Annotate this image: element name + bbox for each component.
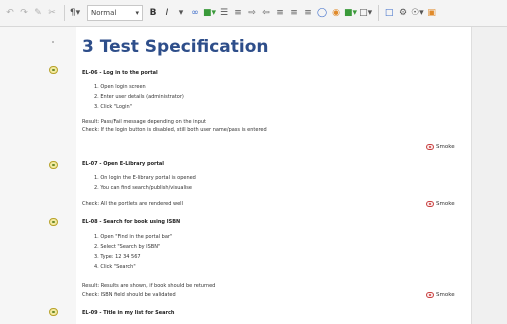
test-check: Check: ISBN field should be validated [82, 292, 176, 298]
test-check: Check: All the portlets are rendered wel… [82, 201, 183, 207]
test-case-icon[interactable] [49, 66, 58, 74]
test-step: 1. Open login screen [94, 84, 146, 90]
image-icon[interactable]: ■▾ [203, 4, 216, 22]
align-right-icon[interactable]: ≡ [302, 4, 314, 22]
left-gutter [0, 27, 76, 324]
indent-icon[interactable]: ⇨ [246, 4, 258, 22]
settings-icon[interactable]: ⚙ [397, 4, 409, 22]
align-left-icon[interactable]: ≡ [274, 4, 286, 22]
test-step: 2. Enter user details (administrator) [94, 94, 184, 100]
test-case-icon[interactable] [49, 308, 58, 316]
test-step: 3. Type: 12 34 567 [94, 254, 141, 260]
test-case-title: EL-06 - Log in to the portal [82, 70, 158, 76]
tag-icon[interactable]: ◯ [316, 4, 328, 22]
test-check: Check: If the login button is disabled, … [82, 127, 267, 133]
style-select-value: Normal [91, 9, 117, 17]
smoke-tag-label: Smoke [436, 201, 455, 207]
outdent-icon[interactable]: ⇦ [260, 4, 272, 22]
test-step: 1. On login the E-library portal is open… [94, 175, 196, 181]
test-step: 4. Click "Search" [94, 264, 136, 270]
color-icon[interactable]: ◉ [330, 4, 342, 22]
italic-icon[interactable]: I [161, 4, 173, 22]
format-paint-icon[interactable]: ✎ [32, 4, 44, 22]
toolbar-separator [64, 5, 65, 21]
style-select[interactable]: Normal ▾ [87, 5, 143, 21]
table-icon[interactable]: □▾ [359, 4, 372, 22]
test-case-title: EL-07 - Open E-Library portal [82, 161, 164, 167]
test-step: 1. Open "Find in the portal bar" [94, 234, 173, 240]
bold-icon[interactable]: B [147, 4, 159, 22]
list-numbered-icon[interactable]: ☰ [218, 4, 230, 22]
smoke-tag-label: Smoke [436, 144, 455, 150]
test-case-title: EL-08 - Search for book using ISBN [82, 219, 181, 225]
test-case-icon[interactable] [49, 161, 58, 169]
test-case-icon[interactable] [49, 218, 58, 226]
expand-icon[interactable]: ▣ [426, 4, 438, 22]
redo-icon[interactable]: ↷ [18, 4, 30, 22]
window-icon[interactable]: □ [383, 4, 395, 22]
smoke-tag-label: Smoke [436, 292, 455, 298]
web-icon[interactable]: ☉▾ [411, 4, 424, 22]
align-center-icon[interactable]: ≡ [288, 4, 300, 22]
chevron-down-icon: ▾ [135, 9, 139, 17]
tag-icon [426, 201, 434, 207]
test-step: 2. You can find search/publish/visualise [94, 185, 192, 191]
tag-icon [426, 292, 434, 298]
undo-icon[interactable]: ↶ [4, 4, 16, 22]
gutter-marker [52, 41, 54, 43]
insert-icon[interactable]: ■▾ [344, 4, 357, 22]
tag-icon [426, 144, 434, 150]
toolbar-separator [378, 5, 380, 21]
editor-toolbar: ↶ ↷ ✎ ✂ ¶▾ Normal ▾ B I ▾ ∞ ■▾ ☰ ≡ ⇨ ⇦ ≡… [0, 0, 507, 27]
document-editor[interactable]: 3 Test Specification EL-06 - Log in to t… [76, 27, 471, 324]
smoke-tag[interactable]: Smoke [426, 201, 455, 207]
test-result: Result: Results are shown, if book shoul… [82, 283, 216, 289]
chevron-down-icon[interactable]: ▾ [175, 4, 187, 22]
cut-icon[interactable]: ✂ [46, 4, 58, 22]
test-case-title: EL-09 - Title in my list for Search [82, 310, 175, 316]
test-result: Result: Pass/Fail message depending on t… [82, 119, 207, 125]
test-step: 3. Click "Login" [94, 104, 132, 110]
paragraph-icon[interactable]: ¶▾ [69, 4, 81, 22]
link-icon[interactable]: ∞ [189, 4, 201, 22]
smoke-tag[interactable]: Smoke [426, 292, 455, 298]
list-bullet-icon[interactable]: ≡ [232, 4, 244, 22]
page-title: 3 Test Specification [82, 37, 269, 57]
test-step: 2. Select "Search by ISBN" [94, 244, 161, 250]
right-panel [471, 27, 507, 324]
smoke-tag[interactable]: Smoke [426, 144, 455, 150]
